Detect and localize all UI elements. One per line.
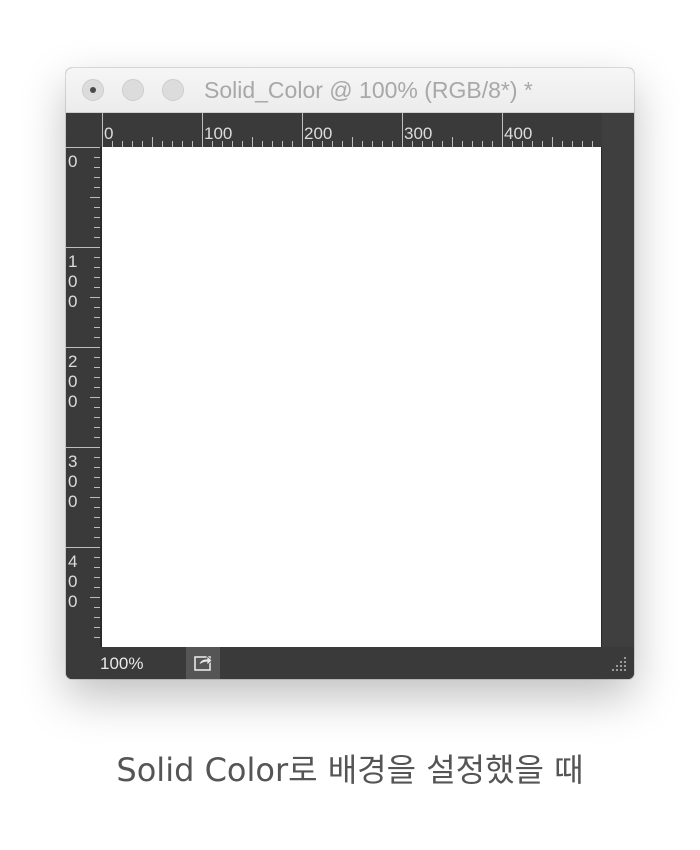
ruler-left-label: 100: [68, 252, 77, 311]
horizontal-ruler[interactable]: 0 100 200 300 400: [66, 113, 634, 147]
vertical-ruler-ticks: 0 1 0 0 2 0 0 3 0 0 4 0 0: [66, 147, 100, 648]
document-canvas[interactable]: [102, 147, 601, 647]
ruler-left-label: 300: [68, 452, 77, 511]
document-window: Solid_Color @ 100% (RGB/8*) * 0 100 200 …: [66, 68, 634, 679]
caption-text: Solid Color로 배경을 설정했을 때: [116, 751, 584, 789]
ruler-left-label: 400: [68, 552, 77, 611]
ruler-top-label: 300: [404, 124, 432, 143]
ruler-top-label: 200: [304, 124, 332, 143]
title-bar[interactable]: Solid_Color @ 100% (RGB/8*) *: [66, 68, 634, 113]
minimize-button[interactable]: [122, 79, 144, 101]
canvas-pasteboard: [100, 147, 602, 647]
share-button[interactable]: [186, 647, 220, 679]
horizontal-ruler-ticks: 0 100 200 300 400: [102, 113, 593, 147]
vertical-ruler[interactable]: 0 100 200 300 400: [66, 147, 100, 648]
zoom-button[interactable]: [162, 79, 184, 101]
status-bar: 100%: [66, 647, 634, 679]
resize-grip-icon[interactable]: [606, 651, 630, 675]
close-button[interactable]: [82, 79, 104, 101]
ruler-top-label: 100: [204, 124, 232, 143]
window-title: Solid_Color @ 100% (RGB/8*) *: [204, 77, 533, 103]
zoom-level[interactable]: 100%: [100, 654, 143, 674]
share-icon: [194, 655, 213, 671]
close-dot-icon: [90, 87, 96, 93]
ruler-left-label: 0: [68, 152, 77, 171]
vertical-scrollbar[interactable]: [602, 113, 634, 647]
ruler-top-label: 0: [104, 124, 113, 143]
ruler-top-label: 400: [504, 124, 532, 143]
ruler-left-label: 200: [68, 352, 77, 411]
